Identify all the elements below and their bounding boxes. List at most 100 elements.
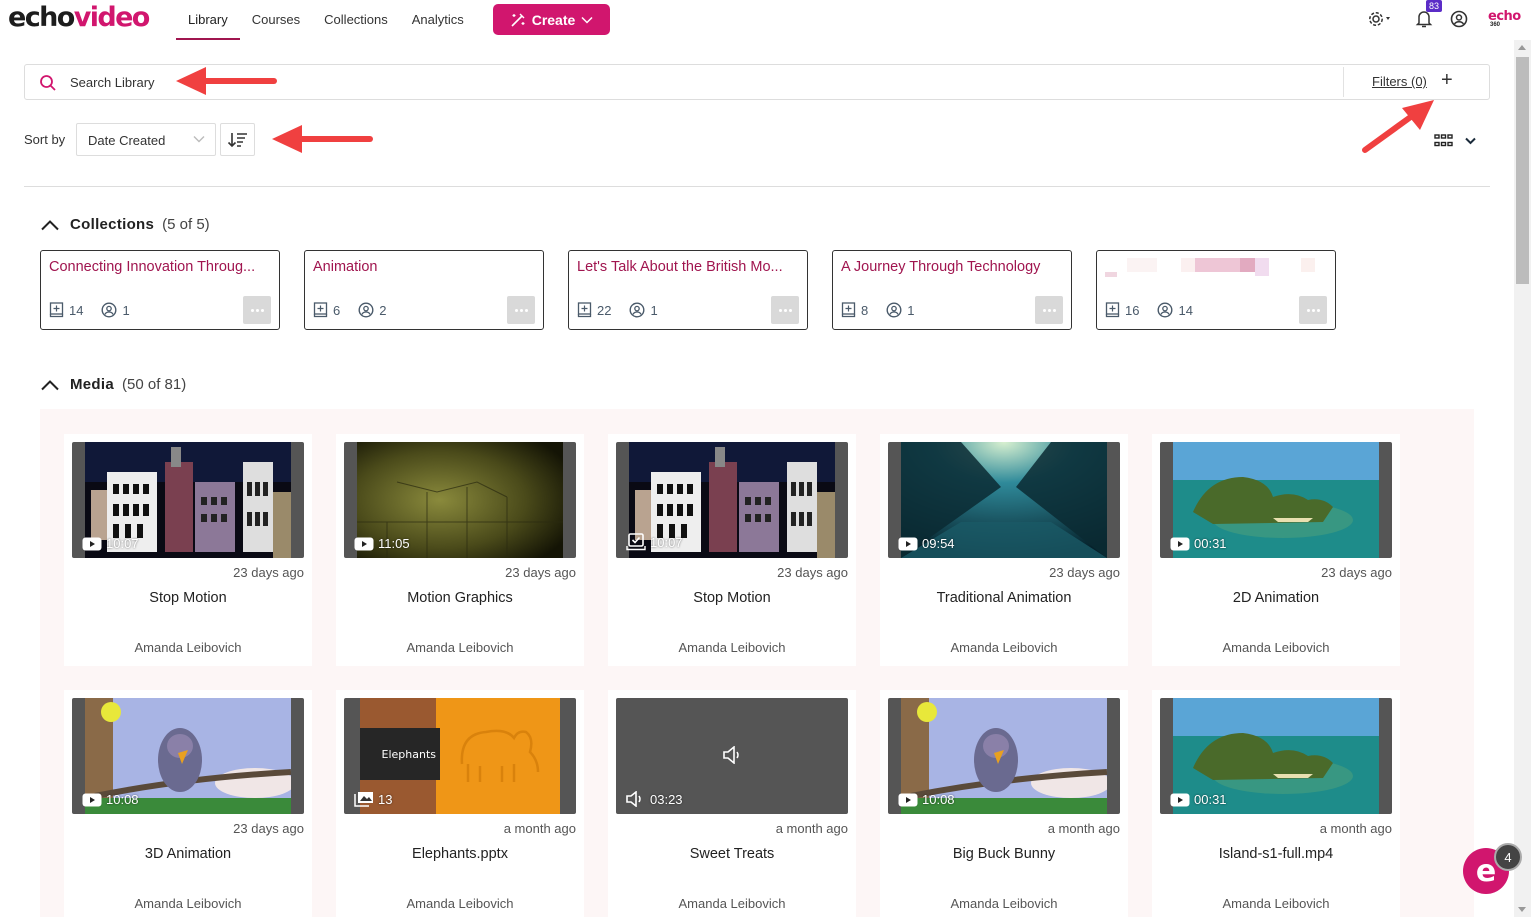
media-duration: 10:08 xyxy=(922,792,955,807)
media-card[interactable]: 03:23 a month ago Sweet Treats Amanda Le… xyxy=(608,690,856,917)
collection-more-options-button[interactable] xyxy=(507,296,535,324)
media-title[interactable]: Elephants.pptx xyxy=(336,846,584,862)
collection-media-count: 16 xyxy=(1125,302,1140,318)
media-card[interactable]: 10:08 23 days ago 3D Animation Amanda Le… xyxy=(64,690,312,917)
media-card[interactable]: Elephants 13 a month ago Elephants.pptx … xyxy=(336,690,584,917)
chevron-down-icon xyxy=(581,16,593,24)
scroll-down-arrow[interactable] xyxy=(1518,907,1526,912)
filters-divider xyxy=(1343,67,1344,97)
echo360-logo[interactable]: echo 360 xyxy=(1488,8,1521,28)
media-card[interactable]: 10:08 a month ago Big Buck Bunny Amanda … xyxy=(880,690,1128,917)
media-owner: Amanda Leibovich xyxy=(950,640,1058,655)
view-mode-toggle[interactable] xyxy=(1434,134,1476,147)
collection-card[interactable]: 16 14 xyxy=(1096,250,1336,330)
media-thumbnail[interactable]: 09:54 xyxy=(888,442,1120,558)
media-card[interactable]: 11:05 23 days ago Motion Graphics Amanda… xyxy=(336,434,584,666)
media-card[interactable]: 09:54 23 days ago Traditional Animation … xyxy=(880,434,1128,666)
media-thumbnail[interactable]: 11:05 xyxy=(344,442,576,558)
nav-library[interactable]: Library xyxy=(176,0,240,40)
media-title[interactable]: Stop Motion xyxy=(608,590,856,606)
chat-notification-badge: 4 xyxy=(1494,843,1522,871)
media-card[interactable]: 10:07 23 days ago Stop Motion Amanda Lei… xyxy=(608,434,856,666)
collection-more-options-button[interactable] xyxy=(771,296,799,324)
media-owner: Amanda Leibovich xyxy=(134,640,242,655)
scroll-up-arrow[interactable] xyxy=(1518,45,1526,50)
media-thumbnail[interactable]: 00:31 xyxy=(1160,442,1392,558)
media-title[interactable]: 2D Animation xyxy=(1152,590,1400,606)
media-card[interactable]: 00:31 23 days ago 2D Animation Amanda Le… xyxy=(1152,434,1400,666)
page-scrollbar[interactable] xyxy=(1514,40,1531,917)
sort-by-select[interactable]: Date Created xyxy=(76,123,216,156)
user-profile-button[interactable] xyxy=(1450,10,1468,33)
media-owner: Amanda Leibovich xyxy=(1222,640,1330,655)
notifications-button[interactable] xyxy=(1415,9,1433,34)
collections-count: (5 of 5) xyxy=(162,216,210,233)
collection-title: Connecting Innovation Throug... xyxy=(49,259,256,275)
collection-media-count: 14 xyxy=(69,302,84,318)
media-thumbnail[interactable]: 03:23 xyxy=(616,698,848,814)
collections-section-toggle[interactable]: Collections (5 of 5) xyxy=(40,216,210,233)
media-thumbnail[interactable]: 10:08 xyxy=(72,698,304,814)
collection-meta: 14 1 xyxy=(49,302,148,318)
echovideo-logo[interactable]: echovideo xyxy=(8,2,150,33)
sort-descending-icon xyxy=(227,132,247,147)
media-date: a month ago xyxy=(503,821,576,836)
sort-direction-button[interactable] xyxy=(220,123,255,156)
collection-member-count: 1 xyxy=(907,302,915,318)
media-title[interactable]: Sweet Treats xyxy=(608,846,856,862)
media-thumbnail[interactable]: Elephants 13 xyxy=(344,698,576,814)
media-duration: 00:31 xyxy=(1194,536,1227,551)
filters-link[interactable]: Filters (0) xyxy=(1372,74,1427,89)
create-label: Create xyxy=(531,11,576,28)
media-section-toggle[interactable]: Media (50 of 81) xyxy=(40,376,186,393)
media-title[interactable]: Motion Graphics xyxy=(336,590,584,606)
video-play-icon xyxy=(1170,793,1190,806)
collection-card[interactable]: Connecting Innovation Throug... 14 1 xyxy=(40,250,280,330)
nav-collections[interactable]: Collections xyxy=(312,0,400,40)
collection-member-count: 1 xyxy=(122,302,130,318)
notification-count-badge: 83 xyxy=(1426,0,1443,12)
search-input[interactable] xyxy=(70,72,1340,92)
media-title[interactable]: Traditional Animation xyxy=(880,590,1128,606)
media-title[interactable]: Island-s1-full.mp4 xyxy=(1152,846,1400,862)
media-date: a month ago xyxy=(1319,821,1392,836)
audio-speaker-icon xyxy=(723,746,739,764)
settings-menu[interactable] xyxy=(1368,10,1396,33)
collection-more-options-button[interactable] xyxy=(1035,296,1063,324)
media-date: 23 days ago xyxy=(1049,565,1120,580)
media-duration-badge: 00:31 xyxy=(1170,792,1227,807)
collection-member-count: 1 xyxy=(650,302,658,318)
collection-more-options-button[interactable] xyxy=(1299,296,1327,324)
video-play-icon xyxy=(1170,537,1190,550)
media-thumbnail[interactable]: 10:07 xyxy=(616,442,848,558)
media-card[interactable]: 00:31 a month ago Island-s1-full.mp4 Ama… xyxy=(1152,690,1400,917)
chevron-down-icon xyxy=(1465,137,1476,144)
nav-courses[interactable]: Courses xyxy=(240,0,312,40)
media-title[interactable]: Stop Motion xyxy=(64,590,312,606)
create-button[interactable]: Create xyxy=(493,4,610,35)
scrollbar-thumb[interactable] xyxy=(1516,57,1529,284)
member-icon xyxy=(101,302,117,318)
add-filter-button[interactable]: + xyxy=(1441,70,1453,90)
media-duration-badge: 10:08 xyxy=(82,792,139,807)
media-book-icon xyxy=(1105,302,1120,318)
media-title[interactable]: 3D Animation xyxy=(64,846,312,862)
grid-view-icon xyxy=(1434,134,1453,147)
media-thumbnail[interactable]: 10:07 xyxy=(72,442,304,558)
nav-analytics[interactable]: Analytics xyxy=(400,0,476,40)
collection-card[interactable]: A Journey Through Technology 8 1 xyxy=(832,250,1072,330)
user-icon xyxy=(1450,10,1468,28)
media-card[interactable]: 10:07 23 days ago Stop Motion Amanda Lei… xyxy=(64,434,312,666)
media-thumbnail[interactable]: 00:31 xyxy=(1160,698,1392,814)
media-heading: Media xyxy=(70,376,115,393)
collection-card[interactable]: Let's Talk About the British Mo... 22 1 xyxy=(568,250,808,330)
audio-icon xyxy=(626,791,641,807)
media-thumbnail[interactable]: 10:08 xyxy=(888,698,1120,814)
collection-card[interactable]: Animation 6 2 xyxy=(304,250,544,330)
media-duration: 03:23 xyxy=(650,791,683,807)
collection-member-count: 14 xyxy=(1178,302,1193,318)
media-count: (50 of 81) xyxy=(122,376,187,393)
chevron-up-icon xyxy=(41,379,59,390)
media-title[interactable]: Big Buck Bunny xyxy=(880,846,1128,862)
collection-more-options-button[interactable] xyxy=(243,296,271,324)
